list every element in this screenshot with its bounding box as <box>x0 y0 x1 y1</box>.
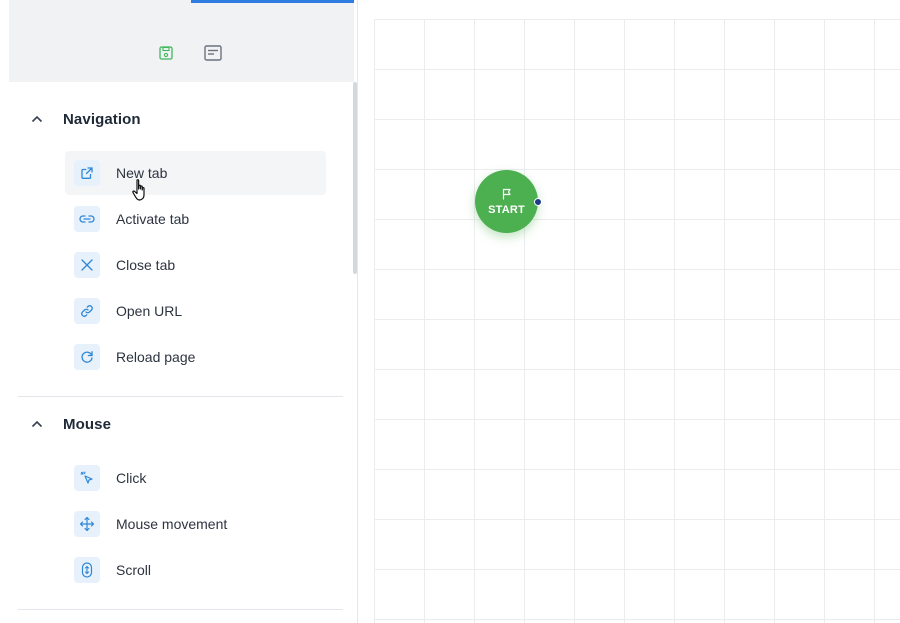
sidebar-item-scroll[interactable]: Scroll <box>65 548 326 592</box>
section-divider <box>18 396 343 397</box>
section-title: Navigation <box>63 110 141 128</box>
click-cursor-icon <box>74 465 100 491</box>
sidebar-item-click[interactable]: Click <box>65 456 326 500</box>
sidebar-item-mouse-movement[interactable]: Mouse movement <box>65 502 326 546</box>
sidebar-item-new-tab[interactable]: New tab <box>65 151 326 195</box>
sidebar-item-label: Close tab <box>116 257 176 273</box>
active-tab-indicator <box>191 0 354 3</box>
start-node-label: START <box>488 203 525 216</box>
section-header-mouse[interactable]: Mouse <box>30 412 111 436</box>
sidebar-scrollbar[interactable] <box>353 82 357 274</box>
sidebar-item-reload-page[interactable]: Reload page <box>65 335 326 379</box>
notes-icon <box>204 45 222 61</box>
sidebar-item-label: Scroll <box>116 562 152 578</box>
sidebar-item-open-url[interactable]: Open URL <box>65 289 326 333</box>
chain-link-icon <box>74 298 100 324</box>
workflow-canvas[interactable] <box>374 19 900 623</box>
sidebar-item-activate-tab[interactable]: Activate tab <box>65 197 326 241</box>
scroll-mouse-icon <box>74 557 100 583</box>
reload-icon <box>74 344 100 370</box>
move-arrows-icon <box>74 511 100 537</box>
save-button[interactable] <box>157 44 175 62</box>
flag-icon <box>502 188 511 200</box>
section-title: Mouse <box>63 415 112 433</box>
save-icon <box>159 46 173 60</box>
sidebar-item-label: Reload page <box>116 349 196 365</box>
sidebar-item-label: Click <box>116 470 147 486</box>
link-icon <box>74 206 100 232</box>
section-header-navigation[interactable]: Navigation <box>30 107 141 131</box>
sidebar-item-label: Activate tab <box>116 211 190 227</box>
sidebar-toolbar <box>9 0 354 82</box>
sidebar: Navigation New tab Activate tab Close ta… <box>0 0 358 623</box>
sidebar-item-label: Open URL <box>116 303 183 319</box>
start-node[interactable]: START <box>475 170 538 233</box>
chevron-up-icon <box>30 417 44 431</box>
notes-button[interactable] <box>204 44 222 62</box>
sidebar-item-label: New tab <box>116 165 168 181</box>
canvas-border <box>374 19 375 623</box>
external-link-icon <box>74 160 100 186</box>
sidebar-item-close-tab[interactable]: Close tab <box>65 243 326 287</box>
close-icon <box>74 252 100 278</box>
chevron-up-icon <box>30 112 44 126</box>
start-node-output-handle[interactable] <box>534 198 542 206</box>
section-divider <box>18 609 343 610</box>
sidebar-item-label: Mouse movement <box>116 516 228 532</box>
